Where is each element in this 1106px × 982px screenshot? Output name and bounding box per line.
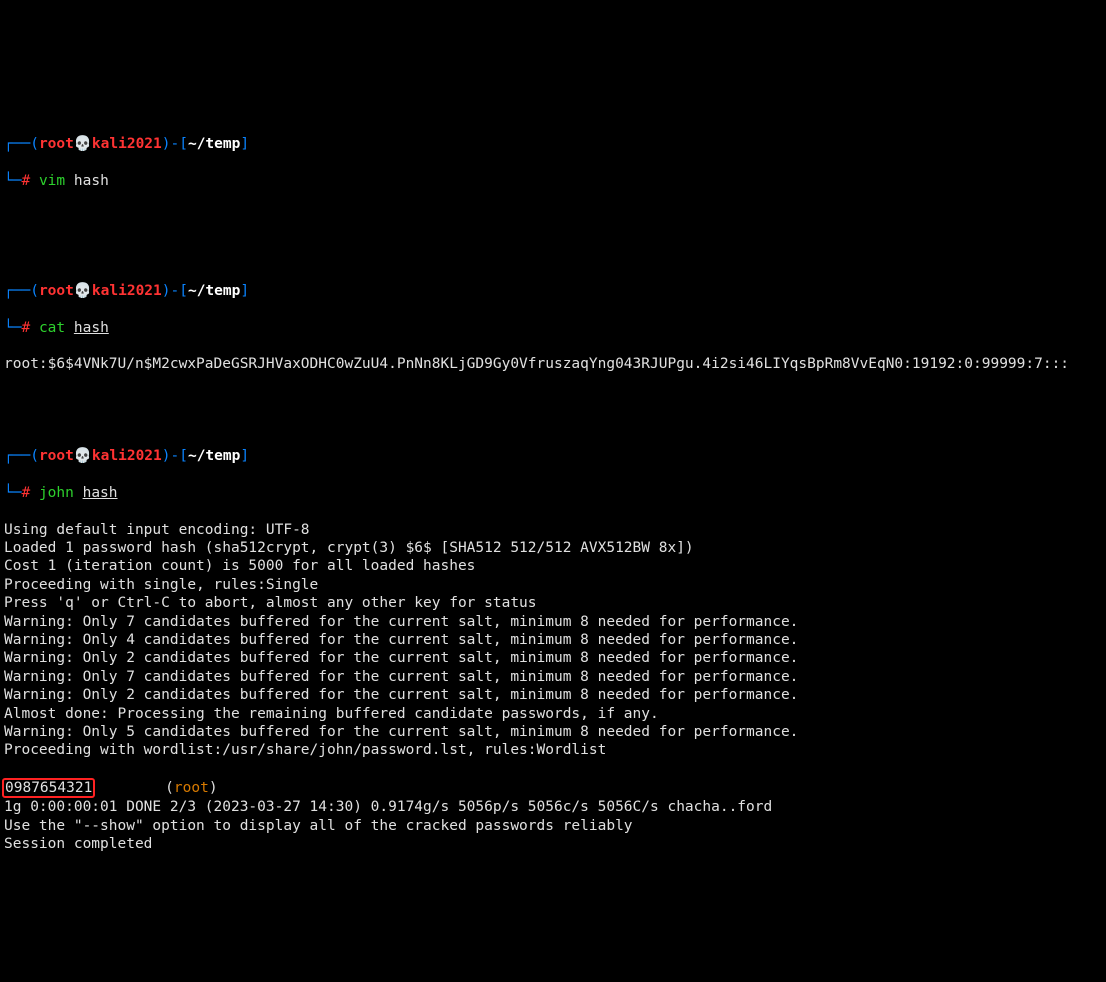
john-output-line: Using default input encoding: UTF-8 (4, 522, 310, 538)
john-output-line: Almost done: Processing the remaining bu… (4, 706, 659, 722)
command-line-2: └─# cat hash (4, 319, 1102, 337)
john-output-line: Warning: Only 7 candidates buffered for … (4, 614, 798, 630)
command-line-1: └─# vim hash (4, 172, 1102, 190)
john-output-line: Proceeding with wordlist:/usr/share/john… (4, 742, 606, 758)
john-output-line: Warning: Only 2 candidates buffered for … (4, 650, 798, 666)
john-output-line: Warning: Only 4 candidates buffered for … (4, 632, 798, 648)
cracked-line: 0987654321 (root) (4, 780, 218, 796)
command-john: john (39, 485, 74, 501)
prompt-line-2: ┌──(root💀kali2021)-[~/temp] (4, 282, 1102, 300)
terminal[interactable]: ┌──(root💀kali2021)-[~/temp] └─# vim hash… (4, 80, 1102, 891)
john-output-block-2: 1g 0:00:00:01 DONE 2/3 (2023-03-27 14:30… (4, 798, 1102, 853)
prompt-line-1: ┌──(root💀kali2021)-[~/temp] (4, 135, 1102, 153)
command-cat: cat (39, 320, 65, 336)
john-output-block-1: Using default input encoding: UTF-8 Load… (4, 521, 1102, 760)
cat-output: root:$6$4VNk7U/n$M2cwxPaDeGSRJHVaxODHC0w… (4, 356, 1069, 372)
skull-icon: 💀 (74, 136, 92, 152)
john-output-line: Warning: Only 2 candidates buffered for … (4, 687, 798, 703)
john-output-line: Loaded 1 password hash (sha512crypt, cry… (4, 540, 694, 556)
john-output-line: Session completed (4, 836, 152, 852)
skull-icon: 💀 (74, 448, 92, 464)
john-output-line: Proceeding with single, rules:Single (4, 577, 318, 593)
john-output-line: Warning: Only 5 candidates buffered for … (4, 724, 798, 740)
cracked-password-highlight: 0987654321 (2, 778, 95, 798)
john-output-line: Cost 1 (iteration count) is 5000 for all… (4, 558, 475, 574)
john-output-line: Warning: Only 7 candidates buffered for … (4, 669, 798, 685)
john-output-line: Use the "--show" option to display all o… (4, 818, 633, 834)
command-vim: vim (39, 173, 65, 189)
john-output-line: 1g 0:00:00:01 DONE 2/3 (2023-03-27 14:30… (4, 799, 772, 815)
skull-icon: 💀 (74, 283, 92, 299)
prompt-line-3: ┌──(root💀kali2021)-[~/temp] (4, 447, 1102, 465)
command-line-3: └─# john hash (4, 484, 1102, 502)
john-output-line: Press 'q' or Ctrl-C to abort, almost any… (4, 595, 537, 611)
